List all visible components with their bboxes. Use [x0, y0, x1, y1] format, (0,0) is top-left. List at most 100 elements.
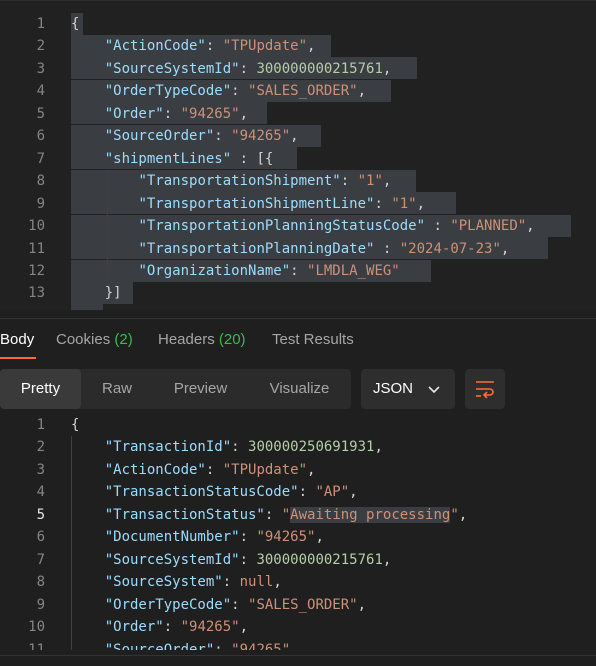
code-token: "TransportationShipmentLine" [138, 195, 375, 212]
line-number: 5 [36, 506, 45, 523]
code-token: : [239, 529, 257, 546]
code-token: , [458, 506, 468, 523]
code-token: "SourceSystemId" [104, 551, 240, 568]
active-tab-indicator [0, 357, 36, 359]
code-token: "AP" [315, 484, 350, 501]
code-text: "OrderTypeCode": "SALES_ORDER", [71, 594, 366, 616]
request-body-editor[interactable]: 1{2 "ActionCode": "TPUpdate", 3 "SourceSy… [0, 0, 596, 311]
chevron-down-icon [427, 382, 441, 400]
format-dropdown[interactable]: JSON [361, 369, 455, 409]
line-number: 10 [28, 619, 45, 636]
divider [0, 655, 596, 656]
code-line: 3 "SourceSystemId": 300000000215761, [0, 58, 596, 80]
code-token: : [374, 240, 400, 257]
code-token: "TransactionStatus" [104, 506, 265, 523]
code-token: "SourceSystemId" [104, 60, 240, 77]
code-token: : [{ [231, 150, 274, 167]
code-token: : [222, 574, 240, 591]
format-dropdown-value: JSON [373, 380, 414, 397]
line-number: 9 [36, 195, 45, 212]
code-token: : [231, 596, 249, 613]
code-token: "SALES_ORDER" [248, 596, 358, 613]
line-number: 1 [36, 16, 45, 32]
code-token: , [290, 128, 299, 145]
code-token: , [357, 596, 367, 613]
tab-body[interactable]: Body [0, 331, 34, 348]
code-token: 300000000215761 [256, 551, 383, 568]
code-text: "Order": "94265", [71, 103, 248, 125]
code-line: 1{ [0, 414, 596, 436]
cookies-count: (2) [114, 331, 133, 348]
line-number: 6 [36, 529, 45, 546]
code-line: 1{ [0, 13, 596, 35]
line-number: 8 [36, 574, 45, 591]
code-token: : [231, 83, 249, 100]
headers-count: (20) [218, 331, 246, 348]
code-line: 9 "OrderTypeCode": "SALES_ORDER", [0, 594, 596, 616]
code-token: : [231, 439, 249, 456]
tab-cookies[interactable]: Cookies (2) [56, 331, 133, 348]
tab-test-results[interactable]: Test Results [272, 331, 354, 348]
code-token: "94265" [231, 128, 291, 145]
code-line: 5 "TransactionStatus": "Awaiting process… [0, 504, 596, 526]
line-number: 5 [36, 105, 45, 122]
code-token: "OrganizationName" [138, 262, 291, 279]
code-token: : [163, 105, 181, 122]
code-token: 300000250691931 [248, 439, 375, 456]
code-token: , [382, 60, 392, 77]
wrap-lines-button[interactable] [465, 369, 505, 409]
line-number: 10 [28, 218, 45, 235]
line-number: 9 [36, 596, 45, 613]
line-number: 7 [36, 551, 45, 568]
tab-headers[interactable]: Headers (20) [158, 331, 246, 348]
code-text: { [71, 414, 79, 436]
code-token: : [290, 262, 308, 279]
preview-button[interactable]: Preview [153, 369, 248, 409]
code-text: "SourceSystemId": 300000000215761, [71, 58, 392, 80]
code-token: "SourceOrder" [104, 641, 215, 651]
code-token: { [71, 16, 80, 32]
code-line: 8 "SourceSystem": null, [0, 571, 596, 593]
line-number: 2 [36, 439, 45, 456]
code-token: "1" [357, 173, 383, 190]
code-text: "TransportationPlanningStatusCode" : "PL… [71, 215, 535, 237]
visualize-button[interactable]: Visualize [248, 369, 351, 409]
code-text: "TransportationShipment": "1", [71, 170, 391, 192]
code-line: 6 "SourceOrder": "94265", [0, 125, 596, 147]
line-number: 8 [36, 173, 45, 190]
code-token: 300000000215761 [256, 60, 383, 77]
code-token: , [526, 218, 535, 235]
code-token: : [214, 128, 232, 145]
code-token: "2024-07-23" [399, 240, 501, 257]
code-token: "TransportationPlanningStatusCode" [138, 218, 426, 235]
code-token: : [214, 641, 232, 651]
code-text: "SourceSystem": null, [71, 571, 282, 593]
response-body-viewer[interactable]: 1{2 "TransactionId": 300000250691931, 3 "… [0, 414, 596, 650]
raw-button[interactable]: Raw [81, 369, 153, 409]
code-token: : [340, 173, 358, 190]
code-text: "OrderTypeCode": "SALES_ORDER", [71, 80, 366, 102]
code-token: "PLANNED" [450, 218, 527, 235]
code-text: "TransportationPlanningDate" : "2024-07-… [71, 238, 509, 260]
line-number: 3 [36, 461, 45, 478]
code-token: "LMDLA_WEG" [307, 262, 400, 279]
code-text: "OrganizationName": "LMDLA_WEG" [71, 260, 400, 282]
code-token: "OrderTypeCode" [104, 83, 232, 100]
code-token: "TPUpdate" [222, 461, 308, 478]
code-token: : [264, 506, 282, 523]
code-token: "OrderTypeCode" [104, 596, 232, 613]
pretty-button[interactable]: Pretty [0, 369, 81, 409]
code-line: 4 "TransactionStatusCode": "AP", [0, 481, 596, 503]
code-text: "shipmentLines" : [{ [71, 148, 274, 170]
